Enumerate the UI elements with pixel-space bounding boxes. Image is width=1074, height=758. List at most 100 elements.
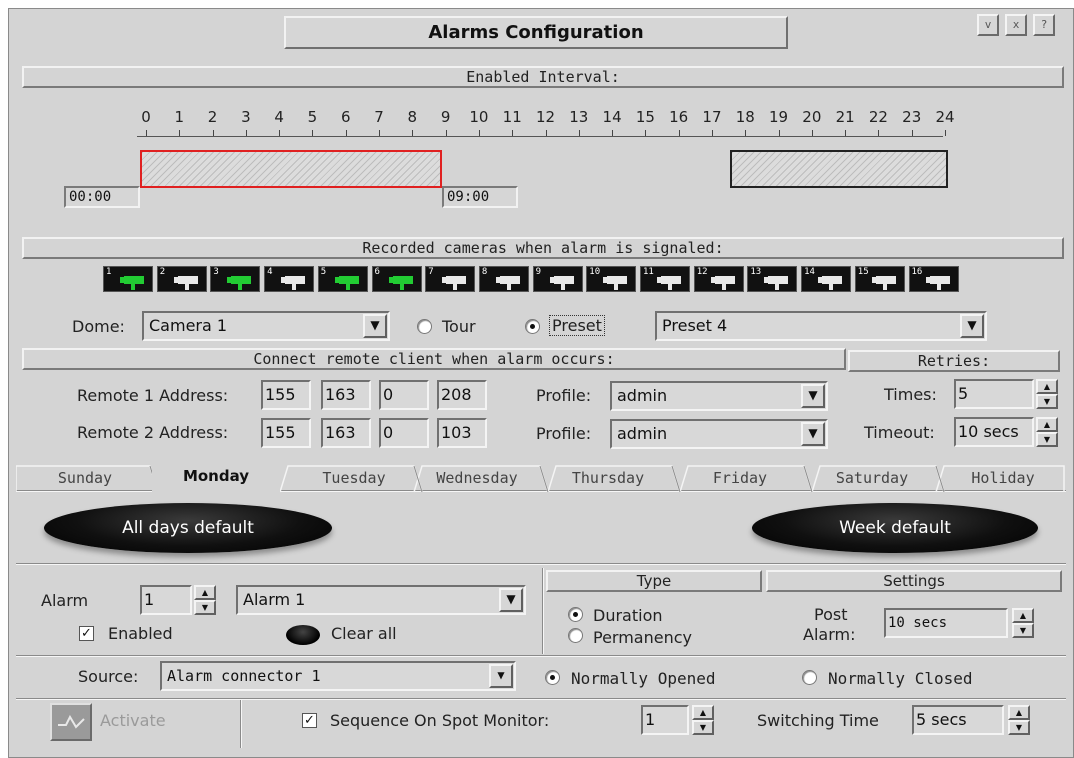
- tab-wednesday[interactable]: Wednesday: [416, 466, 538, 492]
- tab-holiday[interactable]: Holiday: [944, 466, 1062, 492]
- remote-1-profile-select[interactable]: admin ▼: [610, 381, 828, 411]
- remote-1-ip-octet-4[interactable]: 208: [437, 380, 487, 410]
- switching-time-field[interactable]: 5 secs: [912, 705, 1004, 735]
- help-button[interactable]: ?: [1033, 14, 1055, 36]
- interval-block-selected[interactable]: [140, 150, 442, 188]
- alarm-number-spinner[interactable]: ▲ ▼: [194, 585, 216, 615]
- camera-button-10[interactable]: 10: [586, 266, 637, 292]
- spin-up-icon[interactable]: ▲: [692, 705, 714, 720]
- chevron-down-icon[interactable]: ▼: [801, 422, 825, 446]
- clear-all-button-icon[interactable]: [286, 625, 320, 645]
- clear-all-label[interactable]: Clear all: [331, 624, 397, 643]
- camera-button-8[interactable]: 8: [478, 266, 529, 292]
- post-alarm-spinner[interactable]: ▲ ▼: [1012, 608, 1034, 638]
- camera-button-7[interactable]: 7: [425, 266, 476, 292]
- sequence-spinner[interactable]: ▲ ▼: [692, 705, 714, 735]
- camera-button-9[interactable]: 9: [532, 266, 583, 292]
- chevron-down-icon[interactable]: ▼: [363, 314, 387, 338]
- activate-icon[interactable]: [50, 703, 92, 741]
- tab-saturday[interactable]: Saturday: [812, 466, 932, 492]
- hour-label: 5: [307, 108, 318, 126]
- preset-select[interactable]: Preset 4 ▼: [655, 311, 987, 341]
- interval-end-time[interactable]: 09:00: [442, 186, 518, 208]
- tab-sunday[interactable]: Sunday: [18, 466, 152, 492]
- camera-button-16[interactable]: 16: [908, 266, 959, 292]
- chevron-down-icon[interactable]: ▼: [801, 384, 825, 408]
- retries-timeout-spinner[interactable]: ▲ ▼: [1036, 417, 1058, 447]
- post-alarm-field[interactable]: 10 secs: [884, 608, 1008, 638]
- alarm-number-field[interactable]: 1: [140, 585, 192, 615]
- remote-2-ip-octet-2[interactable]: 163: [321, 418, 371, 448]
- tab-thursday[interactable]: Thursday: [548, 466, 668, 492]
- camera-button-15[interactable]: 15: [854, 266, 905, 292]
- interval-block-evening[interactable]: [730, 150, 948, 188]
- post-alarm-label-1: Post: [814, 605, 848, 624]
- camera-button-13[interactable]: 13: [747, 266, 798, 292]
- tab-tuesday[interactable]: Tuesday: [290, 466, 418, 492]
- retries-timeout-field[interactable]: 10 secs: [954, 417, 1034, 447]
- tab-monday[interactable]: Monday: [152, 464, 280, 494]
- post-alarm-label-2: Alarm:: [803, 625, 856, 644]
- spin-down-icon[interactable]: ▼: [1036, 432, 1058, 447]
- week-default-button[interactable]: Week default: [752, 503, 1038, 553]
- dome-select[interactable]: Camera 1 ▼: [142, 311, 390, 341]
- enabled-checkbox[interactable]: ✓: [79, 626, 94, 641]
- hour-label: 11: [502, 108, 522, 126]
- spin-down-icon[interactable]: ▼: [692, 720, 714, 735]
- camera-button-12[interactable]: 12: [693, 266, 744, 292]
- activate-label[interactable]: Activate: [100, 711, 166, 730]
- hour-label: 12: [535, 108, 556, 126]
- spin-down-icon[interactable]: ▼: [1036, 394, 1058, 409]
- chevron-down-icon[interactable]: ▼: [499, 588, 523, 612]
- minimize-button[interactable]: v: [977, 14, 999, 36]
- remote-1-profile-label: Profile:: [536, 386, 592, 405]
- camera-button-4[interactable]: 4: [264, 266, 315, 292]
- switching-time-spinner[interactable]: ▲ ▼: [1008, 705, 1030, 735]
- spin-down-icon[interactable]: ▼: [1008, 720, 1030, 735]
- retries-times-field[interactable]: 5: [954, 379, 1034, 409]
- camera-button-3[interactable]: 3: [210, 266, 261, 292]
- camera-button-11[interactable]: 11: [640, 266, 690, 292]
- all-days-default-button[interactable]: All days default: [44, 503, 332, 553]
- sequence-checkbox[interactable]: ✓: [302, 713, 317, 728]
- remote-2-ip-octet-3[interactable]: 0: [379, 418, 429, 448]
- remote-2-profile-select[interactable]: admin ▼: [610, 419, 828, 449]
- camera-button-5[interactable]: 5: [317, 266, 368, 292]
- remote-1-ip-octet-3[interactable]: 0: [379, 380, 429, 410]
- tour-radio[interactable]: [417, 319, 432, 334]
- normally-opened-radio[interactable]: [545, 670, 560, 685]
- remote-1-ip-octet-2[interactable]: 163: [321, 380, 371, 410]
- spin-up-icon[interactable]: ▲: [194, 585, 216, 600]
- spin-up-icon[interactable]: ▲: [1012, 608, 1034, 623]
- spin-down-icon[interactable]: ▼: [1012, 623, 1034, 638]
- remote-2-ip-octet-4[interactable]: 103: [437, 418, 487, 448]
- camera-number: 5: [320, 267, 327, 277]
- camera-button-1[interactable]: 1: [103, 266, 153, 292]
- preset-radio[interactable]: [525, 319, 540, 334]
- alarm-name-select[interactable]: Alarm 1 ▼: [236, 585, 526, 615]
- spin-up-icon[interactable]: ▲: [1036, 417, 1058, 432]
- remote-1-ip-octet-1[interactable]: 155: [261, 380, 311, 410]
- hour-label: 9: [440, 108, 451, 126]
- chevron-down-icon[interactable]: ▼: [960, 314, 984, 338]
- chevron-down-icon[interactable]: ▼: [489, 664, 513, 688]
- hour-label: 3: [241, 108, 251, 126]
- interval-start-time[interactable]: 00:00: [64, 186, 140, 208]
- normally-closed-radio[interactable]: [802, 670, 817, 685]
- remote-2-ip-octet-1[interactable]: 155: [261, 418, 311, 448]
- tab-friday[interactable]: Friday: [680, 466, 800, 492]
- camera-button-6[interactable]: 6: [371, 266, 422, 292]
- hour-label: 23: [902, 108, 922, 126]
- retries-times-spinner[interactable]: ▲ ▼: [1036, 379, 1058, 409]
- spin-up-icon[interactable]: ▲: [1008, 705, 1030, 720]
- source-select[interactable]: Alarm connector 1 ▼: [160, 661, 516, 691]
- close-button[interactable]: x: [1005, 14, 1027, 36]
- permanency-radio[interactable]: [568, 628, 583, 643]
- camera-button-2[interactable]: 2: [156, 266, 207, 292]
- spin-down-icon[interactable]: ▼: [194, 600, 216, 615]
- sequence-field[interactable]: 1: [641, 705, 689, 735]
- duration-radio[interactable]: [568, 607, 583, 622]
- spin-up-icon[interactable]: ▲: [1036, 379, 1058, 394]
- alarm-name-value: Alarm 1: [243, 590, 306, 609]
- camera-button-14[interactable]: 14: [801, 266, 852, 292]
